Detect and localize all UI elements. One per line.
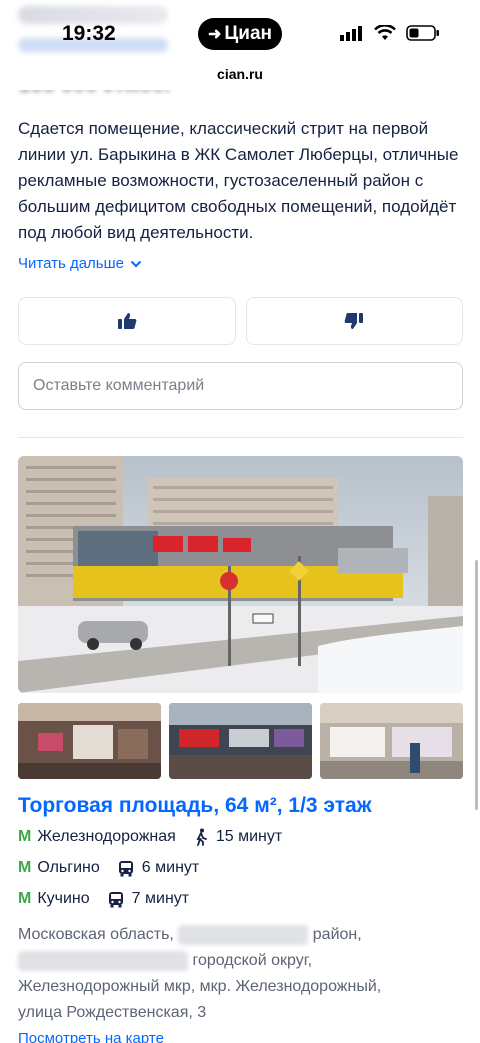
- status-icons: [340, 25, 440, 41]
- thumbs-down-icon: [344, 313, 364, 329]
- thumbs-up-icon: [117, 313, 137, 329]
- app-badge[interactable]: ➜ Циан: [198, 18, 282, 50]
- photo-thumbnails: [18, 703, 463, 779]
- blurred-address-segment: [18, 950, 188, 971]
- read-more-label: Читать дальше: [18, 255, 124, 272]
- walk-icon: [194, 828, 208, 846]
- battery-icon: [406, 25, 439, 41]
- metro-icon: M: [18, 828, 32, 845]
- main-photo[interactable]: [18, 456, 463, 693]
- metro-row: M Кучино 7 минут: [18, 890, 189, 908]
- comment-input[interactable]: [18, 362, 463, 410]
- bus-icon: [108, 891, 124, 908]
- metro-icon: M: [18, 890, 32, 907]
- thumbnail-photo[interactable]: [169, 703, 312, 779]
- like-button[interactable]: [18, 297, 236, 345]
- chevron-down-icon: [130, 260, 142, 267]
- signal-icon: [340, 26, 362, 41]
- building-photo: [18, 456, 463, 693]
- bus-icon: [118, 860, 134, 877]
- listing-title-link[interactable]: Торговая площадь, 64 м², 1/3 этаж: [18, 794, 372, 818]
- dislike-button[interactable]: [245, 297, 463, 345]
- view-on-map-link[interactable]: Посмотреть на карте: [18, 1030, 164, 1043]
- status-bar: 19:32 ➜ Циан cian.ru: [0, 0, 480, 90]
- thumbnail-photo[interactable]: [18, 703, 161, 779]
- metro-station: Ольгино: [37, 859, 100, 876]
- status-time: 19:32: [62, 22, 116, 45]
- metro-icon: M: [18, 859, 32, 876]
- metro-station: Кучино: [37, 890, 90, 907]
- read-more-link[interactable]: Читать дальше: [18, 255, 142, 272]
- address-region: Московская область,: [18, 926, 174, 943]
- travel-time: 15 минут: [215, 828, 283, 845]
- browser-domain[interactable]: cian.ru: [0, 66, 480, 82]
- scrollbar[interactable]: [475, 560, 478, 810]
- divider: [18, 437, 463, 438]
- address-street: улица Рождественская, 3: [18, 1004, 207, 1021]
- address-microdistrict: Железнодорожный мкр, мкр. Железнодорожны…: [18, 978, 382, 995]
- listing-description: Сдается помещение, классический стрит на…: [18, 119, 459, 242]
- metro-row: M Ольгино 6 минут: [18, 859, 199, 877]
- travel-time: 7 минут: [131, 890, 190, 907]
- address-okrug: городской округ,: [192, 952, 313, 969]
- wifi-icon: [374, 25, 396, 40]
- app-badge-label: Циан: [224, 23, 272, 44]
- blurred-address-segment: [178, 924, 309, 945]
- metro-row: M Железнодорожная 15 минут: [18, 828, 282, 846]
- vote-row: [18, 297, 463, 345]
- metro-station: Железнодорожная: [37, 828, 176, 845]
- thumbnail-photo[interactable]: [320, 703, 463, 779]
- cian-logo-icon: ➜: [207, 26, 222, 43]
- listing-address: Московская область, район, городской окр…: [18, 922, 463, 1026]
- travel-time: 6 минут: [141, 859, 200, 876]
- address-district: район,: [312, 926, 362, 943]
